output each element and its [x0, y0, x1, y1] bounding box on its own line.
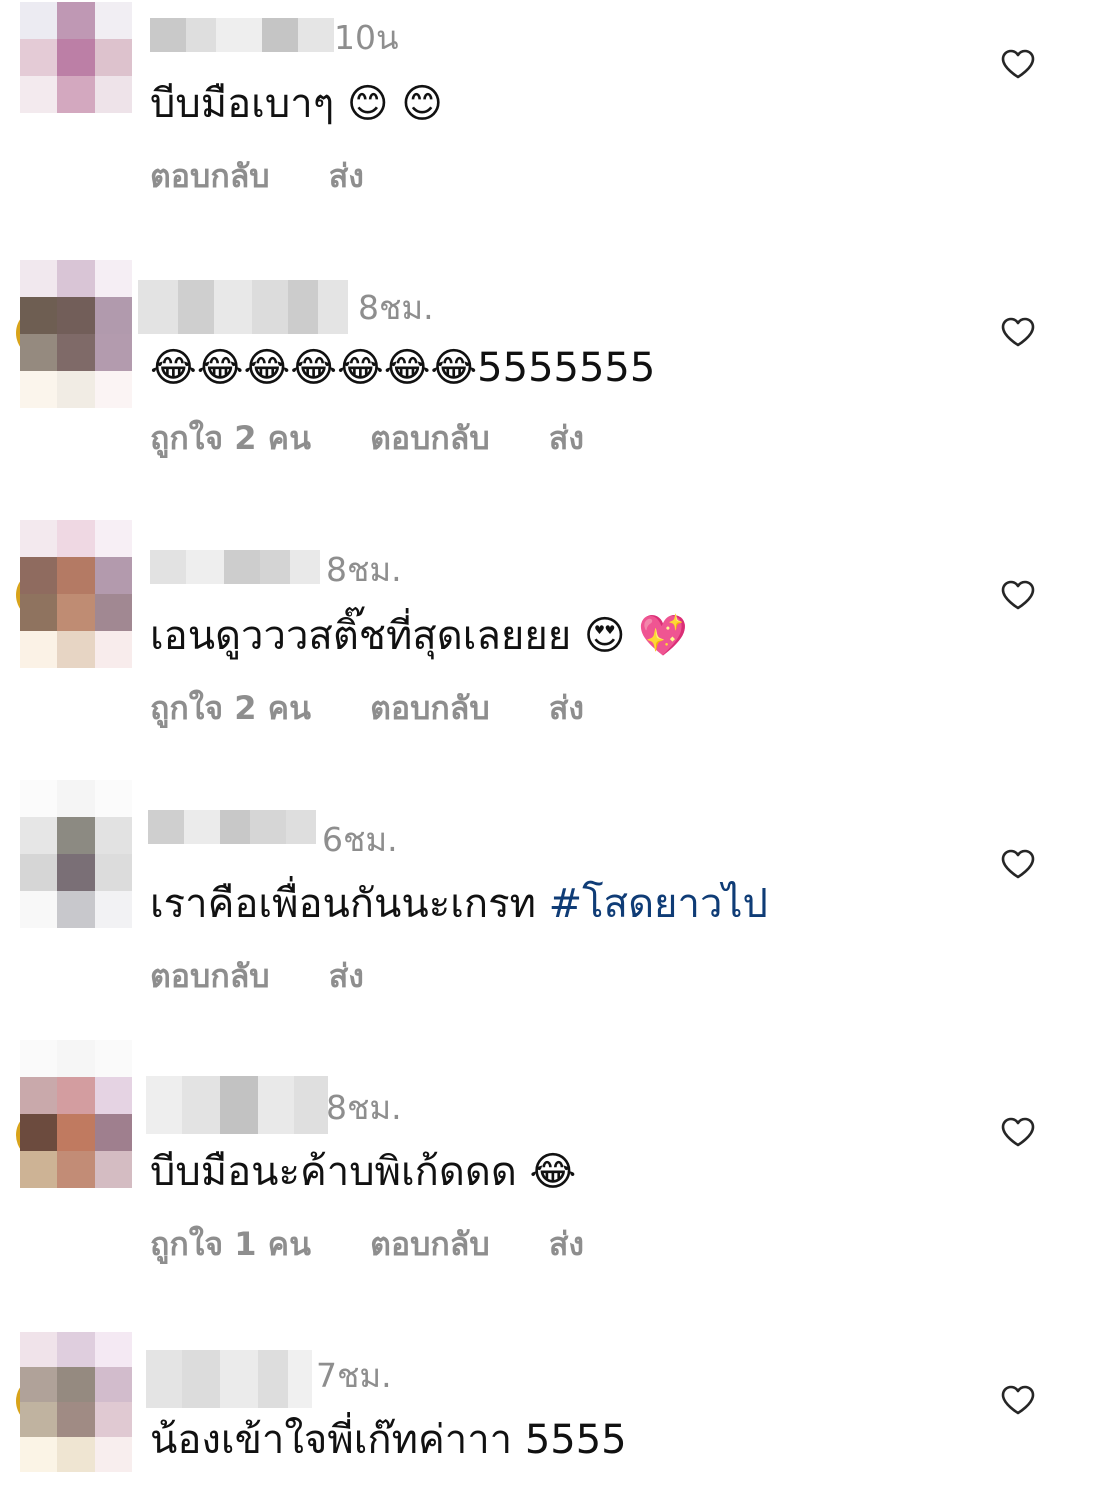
like-button[interactable]: [996, 1378, 1040, 1422]
likes-count[interactable]: ถูกใจ 1 คน: [150, 1224, 311, 1264]
avatar[interactable]: [20, 1332, 132, 1472]
comment-actions: ถูกใจ 2 คน ตอบกลับ ส่ง: [150, 418, 584, 458]
heart-outline-icon: [1001, 49, 1035, 79]
send-button[interactable]: ส่ง: [329, 956, 364, 996]
like-button[interactable]: [996, 573, 1040, 617]
reply-button[interactable]: ตอบกลับ: [150, 156, 270, 196]
heart-outline-icon: [1001, 317, 1035, 347]
comment-text: บีบมือนะค้าบพิเก้ดดด 😂: [150, 1142, 576, 1202]
avatar[interactable]: [20, 2, 132, 150]
likes-count[interactable]: ถูกใจ 2 คน: [150, 688, 311, 728]
username-blurred[interactable]: [146, 1076, 328, 1134]
reply-button[interactable]: ตอบกลับ: [370, 418, 490, 458]
comment-actions: ถูกใจ 1 คน ตอบกลับ ส่ง: [150, 1224, 584, 1264]
heart-outline-icon: [1001, 1117, 1035, 1147]
comment-text: บีบมือเบาๆ 😊 😊: [150, 74, 443, 134]
username-blurred[interactable]: [150, 18, 334, 52]
likes-count[interactable]: ถูกใจ 2 คน: [150, 418, 311, 458]
send-button[interactable]: ส่ง: [549, 688, 584, 728]
send-button[interactable]: ส่ง: [549, 418, 584, 458]
like-button[interactable]: [996, 842, 1040, 886]
username-blurred[interactable]: [146, 1350, 312, 1408]
comment-item: 7ชม. น้องเข้าใจพี่เก๊ทค่าาา 5555: [0, 1300, 1102, 1486]
like-button[interactable]: [996, 42, 1040, 86]
username-blurred[interactable]: [150, 550, 320, 584]
reply-button[interactable]: ตอบกลับ: [370, 688, 490, 728]
avatar[interactable]: [20, 520, 132, 668]
comment-body: น้องเข้าใจพี่เก๊ทค่าาา 5555: [150, 1417, 627, 1463]
heart-outline-icon: [1001, 580, 1035, 610]
comment-timestamp: 6ชม.: [322, 820, 398, 859]
comment-item: 8ชม. เอนดูวววสติ๊ชที่สุดเลยยย 😍 💖 ถูกใจ …: [0, 520, 1102, 780]
heart-outline-icon: [1001, 849, 1035, 879]
avatar[interactable]: [20, 260, 132, 408]
comment-timestamp: 10น: [334, 18, 399, 57]
comment-item: 6ชม. เราคือเพื่อนกันนะเกรท #โสดยาวไป ตอบ…: [0, 780, 1102, 1040]
comment-item: 8ชม. บีบมือนะค้าบพิเก้ดดด 😂 ถูกใจ 1 คน ต…: [0, 1040, 1102, 1300]
heart-outline-icon: [1001, 1385, 1035, 1415]
comment-body: บีบมือเบาๆ 😊 😊: [150, 81, 444, 127]
comment-item: 8ชม. 😂😂😂😂😂😂😂5555555 ถูกใจ 2 คน ตอบกลับ ส…: [0, 260, 1102, 520]
comment-text: เอนดูวววสติ๊ชที่สุดเลยยย 😍 💖: [150, 606, 688, 666]
comment-actions: ตอบกลับ ส่ง: [150, 956, 364, 996]
comment-list: 10น บีบมือเบาๆ 😊 😊 ตอบกลับ ส่ง 8ชม. 😂😂😂😂…: [0, 0, 1102, 1486]
avatar[interactable]: [20, 1040, 132, 1188]
comment-item: 10น บีบมือเบาๆ 😊 😊 ตอบกลับ ส่ง: [0, 0, 1102, 260]
send-button[interactable]: ส่ง: [549, 1224, 584, 1264]
comment-actions: ตอบกลับ ส่ง: [150, 156, 364, 196]
comment-timestamp: 7ชม.: [316, 1356, 392, 1395]
comment-body: 😂😂😂😂😂😂😂5555555: [150, 345, 656, 391]
like-button[interactable]: [996, 310, 1040, 354]
hashtag-link[interactable]: #โสดยาวไป: [549, 881, 768, 927]
comment-timestamp: 8ชม.: [326, 550, 402, 589]
username-blurred[interactable]: [138, 280, 348, 334]
reply-button[interactable]: ตอบกลับ: [370, 1224, 490, 1264]
comment-text: เราคือเพื่อนกันนะเกรท #โสดยาวไป: [150, 874, 768, 934]
comment-text: น้องเข้าใจพี่เก๊ทค่าาา 5555: [150, 1410, 627, 1470]
comment-timestamp: 8ชม.: [326, 1088, 402, 1127]
like-button[interactable]: [996, 1110, 1040, 1154]
comment-body: บีบมือนะค้าบพิเก้ดดด 😂: [150, 1149, 577, 1195]
comment-body: เอนดูวววสติ๊ชที่สุดเลยยย 😍 💖: [150, 613, 689, 659]
comment-body: เราคือเพื่อนกันนะเกรท: [150, 881, 549, 927]
send-button[interactable]: ส่ง: [329, 156, 364, 196]
comment-actions: ถูกใจ 2 คน ตอบกลับ ส่ง: [150, 688, 584, 728]
avatar[interactable]: [20, 780, 132, 928]
reply-button[interactable]: ตอบกลับ: [150, 956, 270, 996]
username-blurred[interactable]: [148, 810, 316, 844]
comment-timestamp: 8ชม.: [358, 288, 434, 327]
comment-text: 😂😂😂😂😂😂😂5555555: [150, 338, 655, 398]
